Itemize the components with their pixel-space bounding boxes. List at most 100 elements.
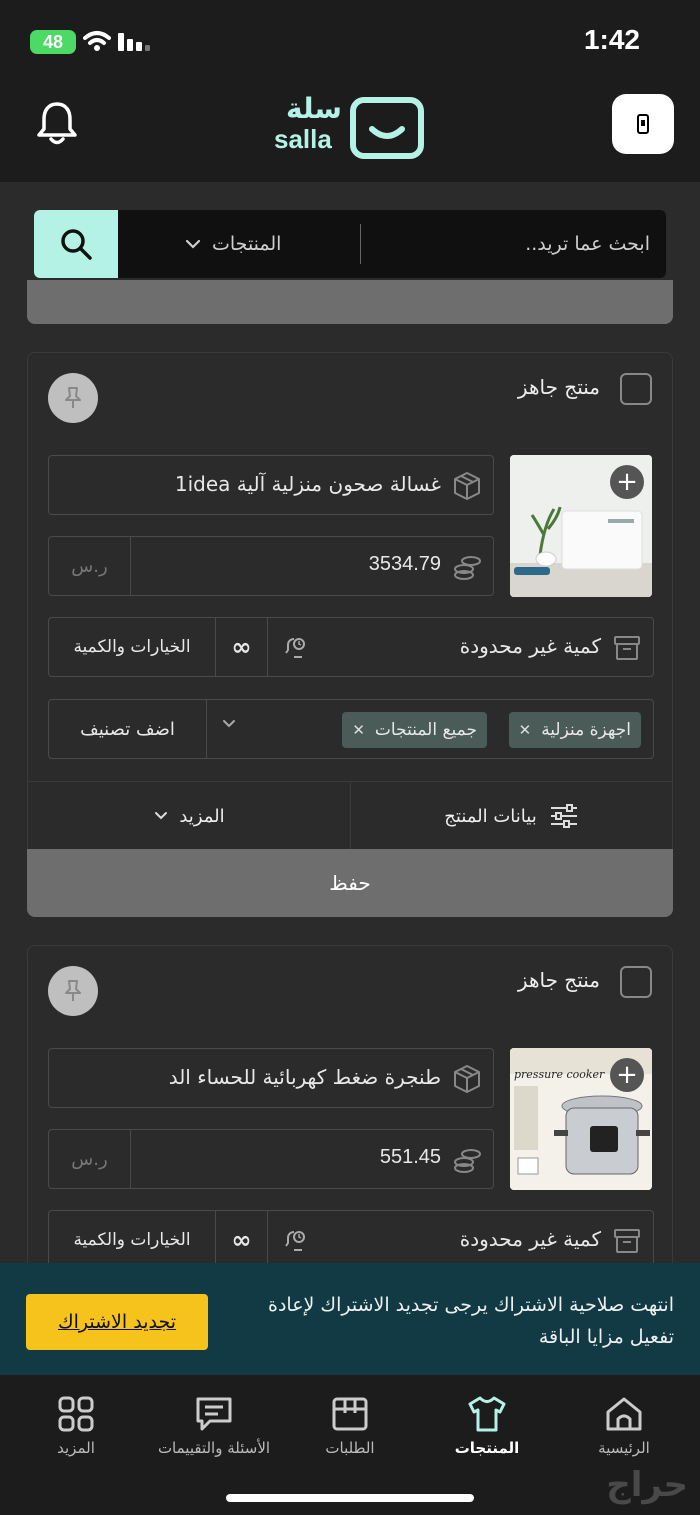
add-image-button[interactable]: + bbox=[610, 1058, 644, 1092]
product-name-field[interactable]: غسالة صحون منزلية آلية 1idea bbox=[48, 455, 494, 515]
categories-field[interactable]: ✕ اجهزة منزلية ✕ جميع المنتجات اضف تصنيف bbox=[48, 699, 654, 759]
nav-products[interactable]: المنتجات bbox=[448, 1395, 526, 1465]
stock-alert-button[interactable] bbox=[267, 618, 319, 676]
infinity-icon: ∞ bbox=[231, 1226, 252, 1254]
nav-more[interactable]: المزيد bbox=[40, 1395, 112, 1465]
home-icon bbox=[606, 1397, 642, 1431]
save-label: حفظ bbox=[329, 871, 371, 895]
nav-home-label: الرئيسية bbox=[598, 1439, 650, 1457]
coins-icon bbox=[454, 1149, 481, 1173]
pin-icon bbox=[65, 387, 81, 408]
category-chip-label: جميع المنتجات bbox=[374, 720, 477, 740]
banner-message: انتهت صلاحية الاشتراك يرجى تجديد الاشترا… bbox=[268, 1294, 674, 1348]
search-scope-dropdown[interactable]: المنتجات bbox=[184, 210, 281, 278]
product-name: طنجرة ضغط كهربائية للحساء الد bbox=[168, 1065, 441, 1089]
nav-home[interactable]: الرئيسية bbox=[588, 1395, 660, 1465]
grid-icon bbox=[58, 1396, 94, 1432]
box-icon bbox=[454, 472, 480, 500]
product-price-field[interactable]: ر.س 3534.79 bbox=[48, 536, 494, 596]
salla-logo: سلة salla bbox=[274, 92, 426, 159]
subscription-expired-banner: تجديد الاشتراك انتهت صلاحية الاشتراك يرج… bbox=[0, 1263, 700, 1375]
infinity-icon: ∞ bbox=[231, 633, 252, 661]
product-price: 3534.79 bbox=[368, 553, 441, 575]
add-category-label: اضف تصنيف bbox=[80, 718, 175, 740]
remove-chip-icon[interactable]: ✕ bbox=[352, 721, 365, 739]
battery-indicator: 48 bbox=[30, 30, 76, 54]
bottom-nav: الرئيسية المنتجات الطلبات الأسئلة والتقي… bbox=[0, 1375, 700, 1515]
options-quantity-button[interactable]: الخيارات والكمية bbox=[49, 1211, 215, 1269]
add-category-button[interactable]: اضف تصنيف bbox=[49, 700, 207, 758]
category-chip[interactable]: ✕ اجهزة منزلية bbox=[508, 712, 641, 748]
renew-subscription-button[interactable]: تجديد الاشتراك bbox=[26, 1294, 208, 1350]
logo-text-en: salla bbox=[274, 124, 332, 154]
add-image-button[interactable]: + bbox=[610, 465, 644, 499]
product-data-label: بيانات المنتج bbox=[444, 805, 537, 827]
bell-icon[interactable] bbox=[36, 100, 78, 146]
stock-alert-button[interactable] bbox=[267, 1211, 319, 1269]
box-icon bbox=[454, 1065, 480, 1093]
nav-products-label: المنتجات bbox=[454, 1439, 520, 1457]
archive-icon bbox=[614, 636, 640, 660]
store-logo-icon bbox=[637, 114, 649, 134]
logo-bag-icon bbox=[350, 97, 424, 159]
product-price-field[interactable]: ر.س 551.45 bbox=[48, 1129, 494, 1189]
nav-questions-reviews[interactable]: الأسئلة والتقييمات bbox=[144, 1395, 284, 1465]
search-icon bbox=[61, 229, 92, 260]
chat-bubble-icon bbox=[196, 1397, 232, 1431]
product-price: 551.45 bbox=[379, 1146, 441, 1168]
product-card: منتج جاهز + غسالة صحون منزلية آلية 1idea… bbox=[27, 352, 673, 917]
bell-clock-icon bbox=[284, 638, 305, 658]
category-chip-label: اجهزة منزلية bbox=[541, 720, 631, 740]
nav-qa-label: الأسئلة والتقييمات bbox=[157, 1439, 271, 1457]
shirt-icon bbox=[468, 1396, 506, 1432]
infinite-quantity-toggle[interactable]: ∞ bbox=[215, 1211, 267, 1269]
search-button[interactable] bbox=[34, 210, 118, 278]
search-bar: المنتجات bbox=[34, 210, 666, 278]
bell-clock-icon bbox=[284, 1231, 305, 1251]
pin-button[interactable] bbox=[48, 373, 98, 423]
quantity-field[interactable]: كمية غير محدودة ∞ الخيارات والكمية bbox=[48, 1210, 654, 1270]
quantity-value: كمية غير محدودة bbox=[459, 1227, 601, 1251]
card-footer: بيانات المنتج المزيد bbox=[28, 781, 672, 850]
quantity-field[interactable]: كمية غير محدودة ∞ الخيارات والكمية bbox=[48, 617, 654, 677]
save-button[interactable]: حفظ bbox=[27, 849, 673, 917]
product-name: غسالة صحون منزلية آلية 1idea bbox=[174, 472, 441, 496]
logo-text-ar: سلة bbox=[286, 92, 342, 125]
archive-icon bbox=[614, 1229, 640, 1253]
category-chip[interactable]: ✕ جميع المنتجات bbox=[342, 712, 487, 748]
wifi-icon bbox=[83, 31, 111, 51]
pin-button[interactable] bbox=[48, 966, 98, 1016]
options-quantity-label: الخيارات والكمية bbox=[73, 1230, 191, 1250]
clock: 1:42 bbox=[583, 24, 640, 55]
app-header: سلة salla bbox=[0, 86, 700, 182]
renew-subscription-label: تجديد الاشتراك bbox=[57, 1311, 177, 1333]
ready-product-label: منتج جاهز bbox=[517, 968, 600, 992]
product-image[interactable]: pressure cooker + bbox=[510, 1048, 652, 1190]
more-label: المزيد bbox=[179, 805, 225, 827]
orders-box-icon bbox=[332, 1397, 368, 1431]
search-input[interactable] bbox=[350, 210, 650, 278]
currency-label: ر.س bbox=[49, 1130, 131, 1188]
home-indicator[interactable] bbox=[226, 1494, 474, 1502]
remove-chip-icon[interactable]: ✕ bbox=[519, 721, 532, 739]
store-avatar[interactable] bbox=[612, 94, 674, 154]
sliders-icon bbox=[550, 804, 577, 828]
battery-level: 48 bbox=[42, 31, 64, 52]
quantity-value: كمية غير محدودة bbox=[459, 634, 601, 658]
status-bar: 48 1:42 bbox=[0, 0, 700, 86]
ready-product-checkbox[interactable] bbox=[620, 966, 652, 998]
options-quantity-button[interactable]: الخيارات والكمية bbox=[49, 618, 215, 676]
chevron-down-icon bbox=[185, 239, 201, 249]
product-image[interactable]: + bbox=[510, 455, 652, 597]
previous-save-button[interactable] bbox=[27, 280, 673, 324]
product-data-button[interactable]: بيانات المنتج bbox=[350, 782, 672, 850]
ready-product-checkbox[interactable] bbox=[620, 373, 652, 405]
infinite-quantity-toggle[interactable]: ∞ bbox=[215, 618, 267, 676]
nav-orders[interactable]: الطلبات bbox=[314, 1395, 386, 1465]
currency-label: ر.س bbox=[49, 537, 131, 595]
ready-product-label: منتج جاهز bbox=[517, 375, 600, 399]
options-quantity-label: الخيارات والكمية bbox=[73, 637, 191, 657]
product-name-field[interactable]: طنجرة ضغط كهربائية للحساء الد bbox=[48, 1048, 494, 1108]
chevron-down-icon[interactable] bbox=[221, 718, 237, 730]
more-dropdown[interactable]: المزيد bbox=[28, 782, 350, 850]
